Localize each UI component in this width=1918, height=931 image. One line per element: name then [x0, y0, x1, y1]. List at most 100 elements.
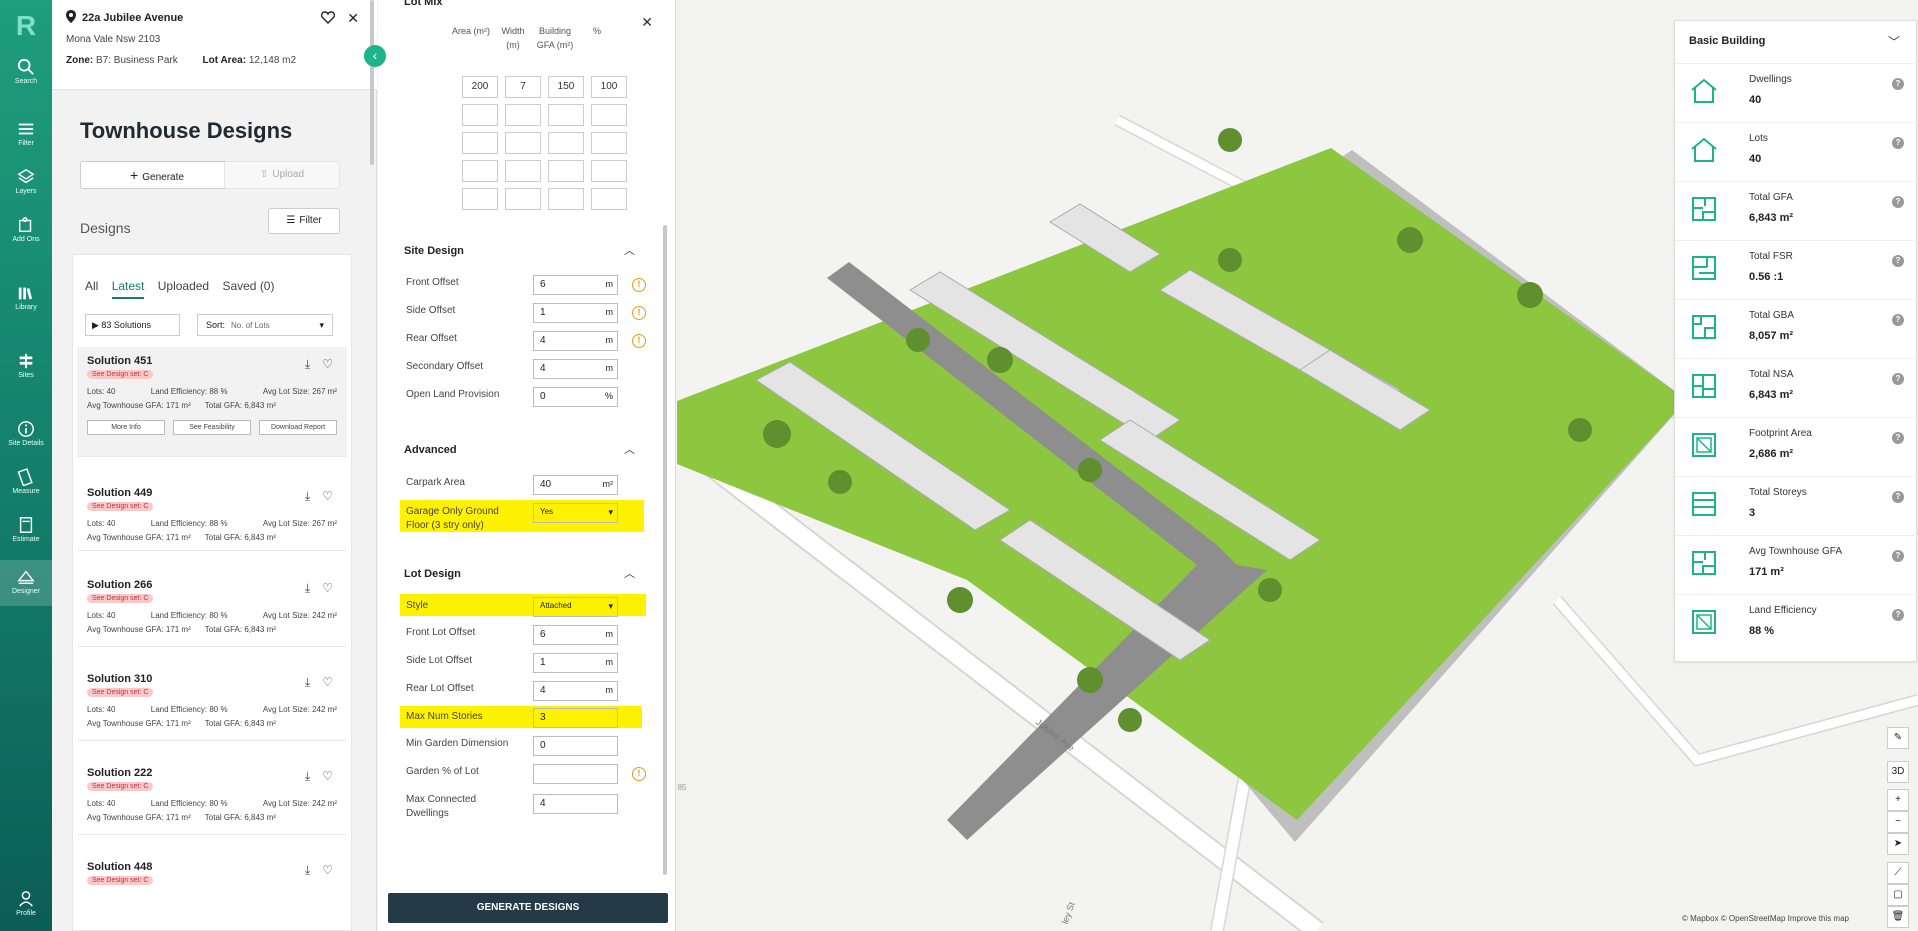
front-offset-input[interactable]: 6m [533, 275, 618, 295]
lot-mix-cell[interactable] [548, 188, 584, 210]
design-set-badge[interactable]: See Design set: C [87, 594, 154, 603]
lot-mix-cell[interactable] [548, 160, 584, 182]
lot-mix-cell[interactable] [505, 104, 541, 126]
lot-mix-cell[interactable] [505, 160, 541, 182]
zoom-in-button[interactable]: + [1887, 789, 1909, 811]
heart-icon[interactable]: ♡ [322, 489, 333, 503]
download-icon[interactable]: ⤓ [305, 863, 310, 877]
compass-icon[interactable]: ➤ [1887, 833, 1909, 855]
lot-percent-input[interactable]: 100 [591, 76, 627, 98]
tab-uploaded[interactable]: Uploaded [158, 279, 209, 297]
close-icon[interactable]: ✕ [347, 10, 359, 27]
rear-lot-offset-input[interactable]: 4m [533, 681, 618, 701]
lot-mix-cell[interactable] [505, 188, 541, 210]
help-icon[interactable]: ? [1892, 373, 1904, 385]
garden-percent-input[interactable] [533, 764, 618, 784]
chevron-up-icon[interactable]: ︿ [624, 565, 635, 581]
design-set-badge[interactable]: See Design set: C [87, 876, 154, 885]
warning-icon[interactable]: ! [632, 306, 646, 320]
chevron-down-icon[interactable]: ﹀ [1888, 33, 1900, 50]
help-icon[interactable]: ? [1892, 196, 1904, 208]
collapse-panel-button[interactable]: ‹ [364, 45, 386, 67]
lot-mix-cell[interactable] [591, 132, 627, 154]
warning-icon[interactable]: ! [632, 767, 646, 781]
lot-mix-cell[interactable] [548, 132, 584, 154]
download-icon[interactable]: ⤓ [305, 489, 310, 503]
zoom-out-button[interactable]: − [1887, 811, 1909, 833]
config-scrollbar[interactable] [663, 225, 667, 875]
download-icon[interactable]: ⤓ [305, 769, 310, 783]
garage-only-select[interactable]: Yes ▾ [533, 503, 618, 523]
secondary-offset-input[interactable]: 4m [533, 359, 618, 379]
download-icon[interactable]: ⤓ [305, 581, 310, 595]
lot-mix-cell[interactable] [548, 104, 584, 126]
help-icon[interactable]: ? [1892, 491, 1904, 503]
help-icon[interactable]: ? [1892, 314, 1904, 326]
solution-card[interactable]: Solution 451 See Design set: C ⤓ ♡ Lots: … [77, 347, 347, 457]
heart-icon[interactable]: ♡ [322, 675, 333, 689]
help-icon[interactable]: ? [1892, 255, 1904, 267]
download-icon[interactable]: ⤓ [305, 357, 310, 371]
lot-mix-cell[interactable] [462, 132, 498, 154]
nav-measure[interactable]: Measure [0, 468, 52, 495]
solutions-count-toggle[interactable]: ▶ 83 Solutions [85, 314, 180, 336]
download-icon[interactable]: ⤓ [305, 675, 310, 689]
draw-line-icon[interactable]: ⟋ [1887, 862, 1909, 884]
design-set-badge[interactable]: See Design set: C [87, 688, 154, 697]
solution-card[interactable]: Solution 222 See Design set: C ⤓ ♡ Lots: … [77, 759, 347, 835]
min-garden-input[interactable]: 0 [533, 736, 618, 756]
solution-card[interactable]: Solution 448 See Design set: C ⤓ ♡ [77, 853, 347, 923]
chevron-up-icon[interactable]: ︿ [624, 441, 635, 457]
chevron-up-icon[interactable]: ︿ [624, 242, 635, 258]
upload-button[interactable]: ⇧ Upload [224, 161, 340, 189]
panel-scrollbar[interactable] [370, 0, 374, 165]
close-icon[interactable]: ✕ [641, 14, 653, 31]
lot-mix-cell[interactable] [591, 104, 627, 126]
tab-saved[interactable]: Saved (0) [222, 279, 274, 297]
nav-library[interactable]: Library [0, 284, 52, 311]
front-lot-offset-input[interactable]: 6m [533, 625, 618, 645]
pencil-icon[interactable]: ✎ [1887, 727, 1909, 749]
lot-gfa-input[interactable]: 150 [548, 76, 584, 98]
app-logo[interactable]: R [14, 10, 38, 42]
heart-icon[interactable]: ♡ [322, 863, 333, 877]
tab-all[interactable]: All [85, 279, 98, 297]
warning-icon[interactable]: ! [632, 334, 646, 348]
lot-mix-cell[interactable] [462, 188, 498, 210]
open-land-input[interactable]: 0% [533, 387, 618, 407]
design-set-badge[interactable]: See Design set: C [87, 370, 154, 379]
trash-icon[interactable]: 🗑 [1887, 906, 1909, 928]
filter-button[interactable]: ☰ Filter [268, 208, 340, 234]
help-icon[interactable]: ? [1892, 432, 1904, 444]
nav-search[interactable]: Search [0, 58, 52, 85]
max-stories-input[interactable]: 3 [533, 708, 618, 728]
help-icon[interactable]: ? [1892, 550, 1904, 562]
lot-mix-cell[interactable] [591, 188, 627, 210]
map-attribution[interactable]: © Mapbox © OpenStreetMap Improve this ma… [1682, 914, 1849, 923]
nav-designer[interactable]: Designer [0, 560, 52, 606]
lot-width-input[interactable]: 7 [505, 76, 541, 98]
lot-area-input[interactable]: 200 [462, 76, 498, 98]
generate-designs-button[interactable]: GENERATE DESIGNS [388, 893, 668, 923]
carpark-area-input[interactable]: 40 m² [533, 475, 618, 495]
nav-addons[interactable]: Add Ons [0, 216, 52, 243]
lot-mix-cell[interactable] [591, 160, 627, 182]
nav-site-details[interactable]: Site Details [0, 420, 52, 447]
help-icon[interactable]: ? [1892, 137, 1904, 149]
nav-estimate[interactable]: Estimate [0, 516, 52, 543]
design-set-badge[interactable]: See Design set: C [87, 782, 154, 791]
heart-icon[interactable]: ♡ [322, 357, 333, 371]
design-set-badge[interactable]: See Design set: C [87, 502, 154, 511]
lot-mix-cell[interactable] [505, 132, 541, 154]
download-report-button[interactable]: Download Report [259, 420, 337, 435]
nav-layers[interactable]: Layers [0, 168, 52, 195]
tab-latest[interactable]: Latest [111, 279, 145, 299]
solution-card[interactable]: Solution 449 See Design set: C ⤓ ♡ Lots: … [77, 479, 347, 551]
nav-filter[interactable]: Filter [0, 120, 52, 147]
lot-mix-cell[interactable] [462, 104, 498, 126]
heart-icon[interactable] [321, 11, 335, 24]
more-info-button[interactable]: More Info [87, 420, 165, 435]
toggle-3d-button[interactable]: 3D [1887, 761, 1909, 783]
heart-icon[interactable]: ♡ [322, 769, 333, 783]
see-feasibility-button[interactable]: See Feasibility [173, 420, 251, 435]
